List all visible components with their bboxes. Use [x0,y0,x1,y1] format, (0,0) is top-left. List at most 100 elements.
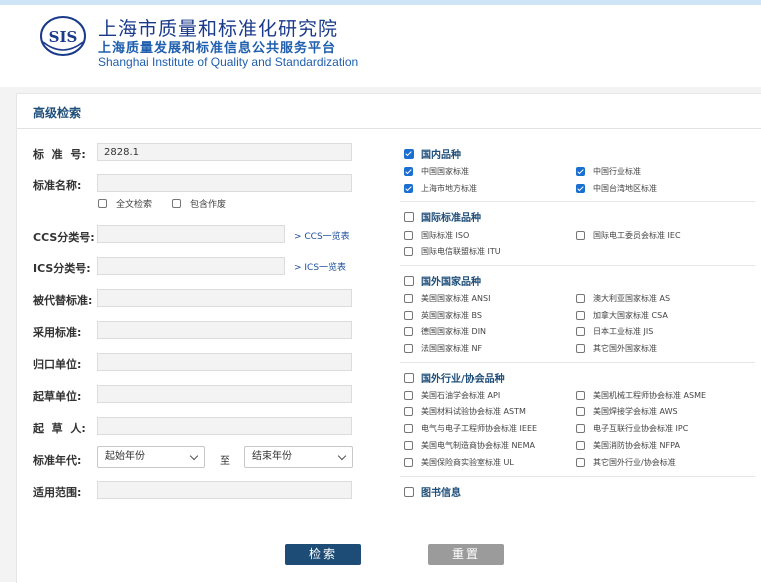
item-checkbox[interactable] [404,424,413,433]
item-iec[interactable]: 国际电工委员会标准 IEC [576,230,681,241]
item-cn-industry[interactable]: 中国行业标准 [576,166,641,177]
item-checkbox[interactable] [404,407,413,416]
group-foreign[interactable]: 国外国家品种 [404,273,481,288]
item-other-national[interactable]: 其它国外国家标准 [576,343,657,354]
group-domestic[interactable]: 国内品种 [404,146,461,161]
reset-button[interactable]: 重置 [428,544,504,565]
item-csa[interactable]: 加拿大国家标准 CSA [576,310,668,321]
include-void-checkbox[interactable] [172,199,181,208]
item-label: 电气与电子工程师协会标准 IEEE [421,424,538,433]
ccs-list-link[interactable]: > CCS一览表 [294,229,350,242]
item-ipc[interactable]: 电子互联行业协会标准 IPC [576,423,688,434]
std-name-label: 标准名称: [33,179,82,192]
item-checkbox[interactable] [404,327,413,336]
dept-input[interactable] [97,353,352,371]
item-nfpa[interactable]: 美国消防协会标准 NFPA [576,440,680,451]
group-industry-label: 国外行业/协会品种 [421,374,505,385]
group-domestic-checkbox[interactable] [404,148,414,159]
item-as[interactable]: 澳大利亚国家标准 AS [576,293,670,304]
item-din[interactable]: 德国国家标准 DIN [404,326,486,337]
item-label: 美国石油学会标准 API [421,391,501,400]
group-intl-checkbox[interactable] [404,211,414,222]
dept-label: 归口单位: [33,358,82,371]
group-books-label: 图书信息 [421,488,461,499]
item-checkbox[interactable] [576,458,585,467]
ics-input[interactable] [97,257,285,275]
group-books-checkbox[interactable] [404,486,414,497]
group-intl[interactable]: 国际标准品种 [404,209,481,224]
item-label: 其它国外国家标准 [593,344,657,353]
item-checkbox[interactable] [576,231,585,240]
item-checkbox[interactable] [404,294,413,303]
item-astm[interactable]: 美国材料试验协会标准 ASTM [404,406,526,417]
item-ansi[interactable]: 美国国家标准 ANSI [404,293,490,304]
ccs-input[interactable] [97,225,285,243]
fulltext-option[interactable]: 全文检索 [98,197,152,210]
item-shanghai-local[interactable]: 上海市地方标准 [404,183,477,194]
item-label: 法国国家标准 NF [421,344,483,353]
std-no-input[interactable] [97,143,352,161]
include-void-option[interactable]: 包含作废 [172,197,226,210]
item-checkbox[interactable] [404,311,413,320]
replaced-input[interactable] [97,289,352,307]
item-checkbox[interactable] [576,407,585,416]
item-asme[interactable]: 美国机械工程师协会标准 ASME [576,390,706,401]
item-ieee[interactable]: 电气与电子工程师协会标准 IEEE [404,423,537,434]
panel-title: 高级检索 [33,106,82,120]
adopted-input[interactable] [97,321,352,339]
fulltext-label: 全文检索 [116,200,153,210]
group-industry[interactable]: 国外行业/协会品种 [404,370,505,385]
item-checkbox[interactable] [404,184,413,193]
end-year-select[interactable]: 结束年份 [244,446,353,468]
item-checkbox[interactable] [576,327,585,336]
item-checkbox[interactable] [576,294,585,303]
item-label: 其它国外行业/协会标准 [593,458,676,467]
search-button[interactable]: 检索 [285,544,361,565]
item-api[interactable]: 美国石油学会标准 API [404,390,500,401]
group-books[interactable]: 图书信息 [404,484,461,499]
item-taiwan[interactable]: 中国台湾地区标准 [576,183,657,194]
start-year-value: 起始年份 [105,451,145,462]
item-bs[interactable]: 英国国家标准 BS [404,310,482,321]
item-checkbox[interactable] [576,391,585,400]
item-aws[interactable]: 美国焊接学会标准 AWS [576,406,678,417]
item-checkbox[interactable] [404,247,413,256]
item-checkbox[interactable] [576,311,585,320]
group-foreign-checkbox[interactable] [404,275,414,286]
end-year-value: 结束年份 [252,451,292,462]
item-checkbox[interactable] [404,391,413,400]
item-checkbox[interactable] [404,458,413,467]
item-nema[interactable]: 美国电气制造商协会标准 NEMA [404,440,535,451]
group-industry-checkbox[interactable] [404,372,414,383]
item-checkbox[interactable] [404,344,413,353]
item-checkbox[interactable] [404,231,413,240]
item-itu[interactable]: 国际电信联盟标准 ITU [404,246,501,257]
fulltext-checkbox[interactable] [98,199,107,208]
item-label: 国际电工委员会标准 IEC [593,231,681,240]
item-checkbox[interactable] [576,424,585,433]
item-cn-national[interactable]: 中国国家标准 [404,166,469,177]
drafter-input[interactable] [97,417,352,435]
item-label: 电子互联行业协会标准 IPC [593,424,689,433]
item-ul[interactable]: 美国保险商实验室标准 UL [404,457,514,468]
item-other-industry[interactable]: 其它国外行业/协会标准 [576,457,676,468]
item-checkbox[interactable] [576,167,585,176]
item-checkbox[interactable] [576,441,585,450]
logo-text: SIS [49,28,78,46]
drafting-unit-input[interactable] [97,385,352,403]
item-label: 美国国家标准 ANSI [421,294,491,303]
item-checkbox[interactable] [576,184,585,193]
start-year-select[interactable]: 起始年份 [97,446,205,468]
item-label: 美国焊接学会标准 AWS [593,407,678,416]
item-label: 国际标准 ISO [421,231,470,240]
item-nf[interactable]: 法国国家标准 NF [404,343,482,354]
scope-input[interactable] [97,481,352,499]
std-name-input[interactable] [97,174,352,192]
item-checkbox[interactable] [404,167,413,176]
item-iso[interactable]: 国际标准 ISO [404,230,469,241]
ics-list-link[interactable]: > ICS一览表 [294,260,346,273]
item-checkbox[interactable] [576,344,585,353]
group-separator [400,362,755,363]
item-jis[interactable]: 日本工业标准 JIS [576,326,653,337]
item-checkbox[interactable] [404,441,413,450]
